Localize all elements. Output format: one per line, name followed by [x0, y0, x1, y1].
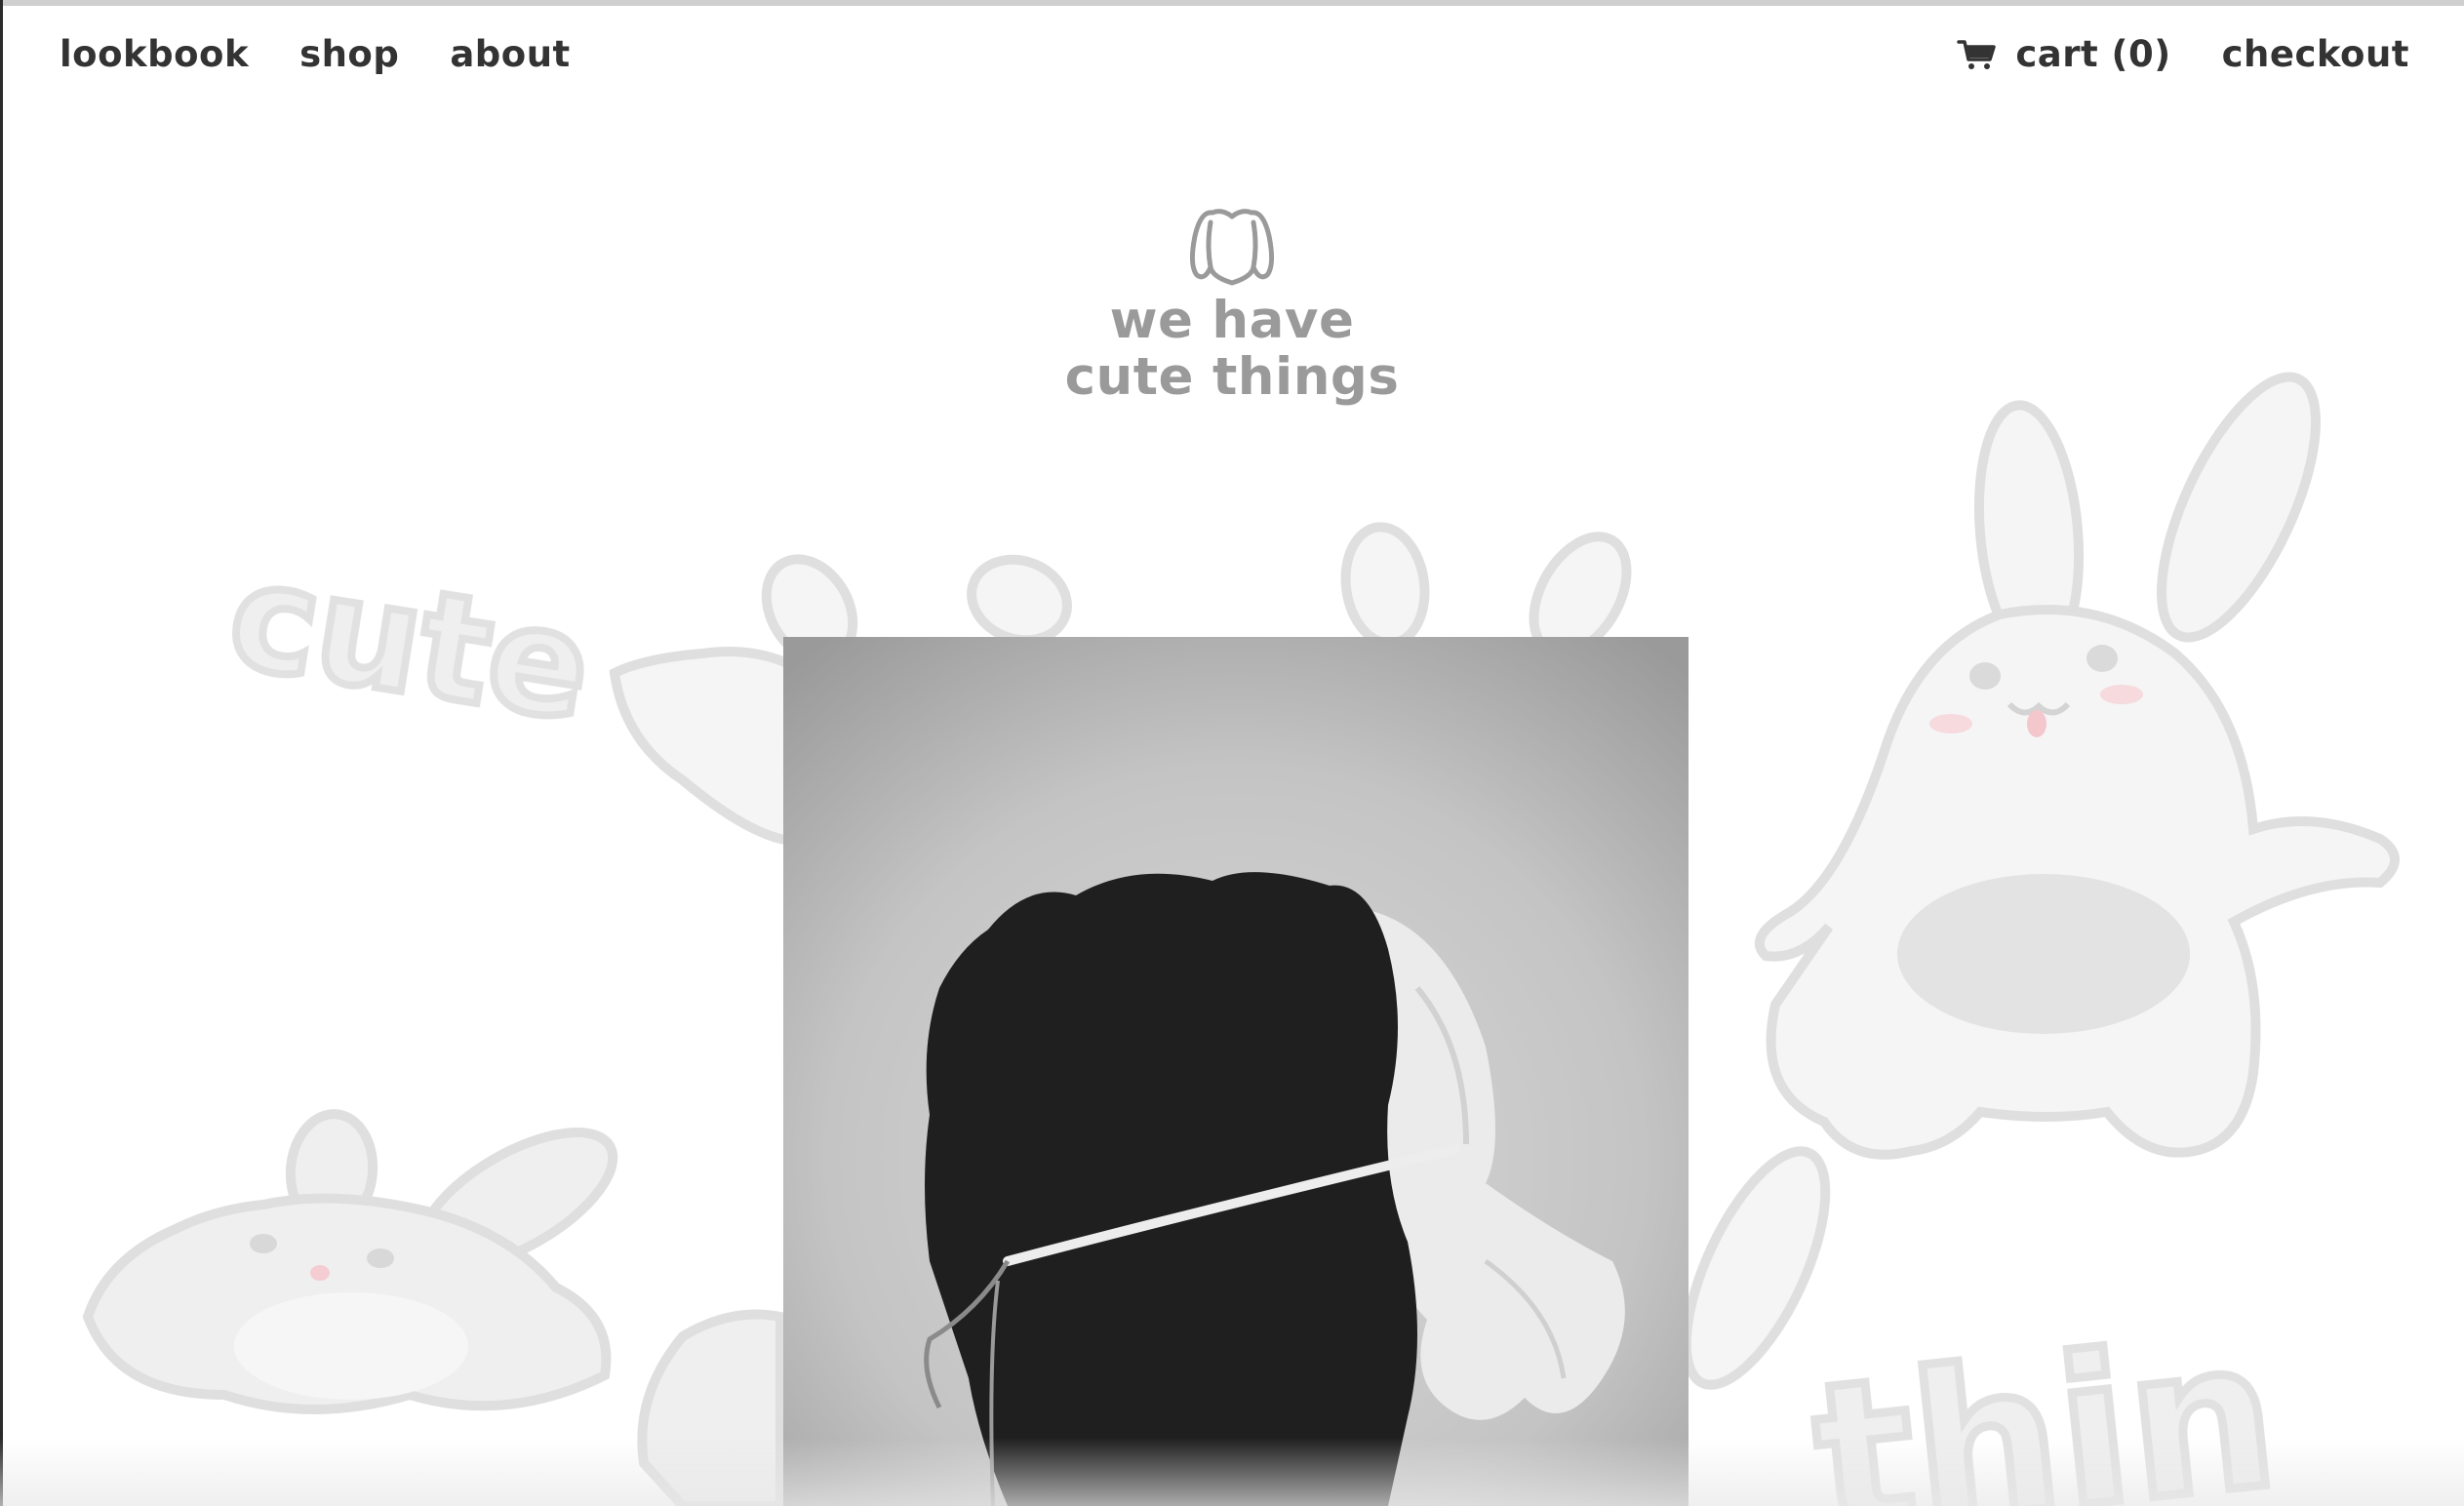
- cart-link[interactable]: cart (0): [1957, 33, 2170, 75]
- bunny-head-icon: [1189, 209, 1275, 286]
- logo-text-line-2: cute things: [1064, 347, 1400, 407]
- cart-navigation: cart (0) checkout: [1957, 33, 2409, 75]
- featured-product-photo[interactable]: [783, 637, 1689, 1506]
- nav-lookbook-link[interactable]: lookbook: [60, 33, 249, 75]
- page: cute thin lookbook shop about cart (0) c…: [0, 0, 2464, 1506]
- checkout-link[interactable]: checkout: [2222, 33, 2409, 75]
- background-word-thin: thin: [1805, 1294, 2286, 1506]
- cart-count-label: cart (0): [2015, 33, 2171, 75]
- background-bunny-large: [1754, 372, 2400, 1160]
- product-photo-hoodie-with-bunny-ears: [783, 637, 1689, 1506]
- logo-text-line-1: we have: [1109, 291, 1355, 350]
- nav-shop-link[interactable]: shop: [299, 33, 399, 75]
- main-navigation: lookbook shop about: [60, 33, 571, 75]
- background-word-cute: cute: [219, 531, 601, 755]
- site-logo[interactable]: we have cute things: [1037, 207, 1427, 406]
- background-bunny-bottom-left: [82, 1109, 785, 1506]
- nav-about-link[interactable]: about: [450, 33, 570, 75]
- logo-text: we have cute things: [1037, 293, 1427, 406]
- shopping-cart-icon: [1957, 39, 1997, 69]
